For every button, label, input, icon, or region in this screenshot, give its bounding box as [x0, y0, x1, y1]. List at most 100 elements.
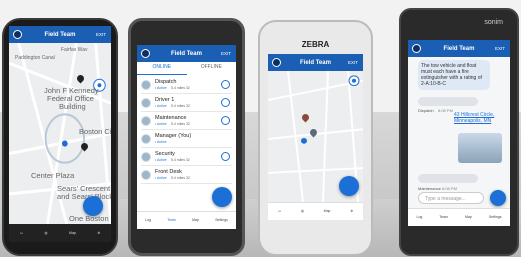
- exit-button[interactable]: EXIT: [348, 60, 358, 65]
- audio-message[interactable]: [418, 174, 478, 183]
- distance: 5.4 miles 32: [171, 104, 190, 108]
- app-header: Field Team EXIT: [268, 54, 363, 71]
- status-badge: • Active: [155, 140, 167, 144]
- app-header: Field Team EXIT: [408, 40, 510, 57]
- contact-name: Driver 1: [155, 97, 175, 103]
- nav-team[interactable]: Team: [439, 215, 448, 220]
- distance: 5.4 miles 32: [171, 122, 190, 126]
- app-title[interactable]: Field Team: [444, 46, 475, 52]
- avatar: [141, 152, 151, 162]
- avatar: [141, 98, 151, 108]
- list-item[interactable]: Dispatch • Active 5.4 miles 32: [141, 78, 232, 94]
- bottom-nav: Log Team Map Settings: [408, 208, 510, 226]
- status-badge: • Active: [155, 122, 167, 126]
- call-icon[interactable]: [221, 152, 230, 161]
- avatar: [141, 170, 151, 180]
- app-title[interactable]: Field Team: [300, 60, 331, 66]
- list-item[interactable]: Front Desk • Active 5.4 miles 32: [141, 168, 232, 184]
- exit-button[interactable]: EXIT: [221, 51, 231, 56]
- nav-map[interactable]: Map: [465, 215, 472, 220]
- app-header: Field Team EXIT: [9, 26, 111, 43]
- contact-name: Maintenance: [155, 115, 187, 121]
- map-label: Fairfax Wav: [61, 47, 88, 53]
- distance: 5.4 miles 32: [171, 158, 190, 162]
- phone-2: Field Team EXIT ONLINE OFFLINE Dispatch •…: [128, 18, 245, 256]
- app-header: Field Team EXIT: [137, 45, 236, 62]
- avatar: [141, 134, 151, 144]
- bottom-nav: Log Team Map Settings: [137, 211, 236, 229]
- distance: 5.4 miles 32: [171, 86, 190, 90]
- contact-name: Front Desk: [155, 169, 182, 175]
- brand-logo: ZEBRA: [301, 40, 330, 49]
- call-icon[interactable]: [221, 80, 230, 89]
- nav-settings[interactable]: Settings: [215, 218, 228, 223]
- contact-name: Dispatch: [155, 79, 177, 85]
- phone-3: ZEBRA Field Team EXIT ▭ ◍ Map ✲: [258, 20, 373, 256]
- bottom-nav: ▭ ◍ Map ✲: [9, 224, 111, 242]
- audio-message[interactable]: [418, 97, 478, 106]
- map-label: Boston City: [79, 127, 111, 136]
- map-label: Building: [59, 102, 86, 111]
- sender-name: Maintenance: [418, 186, 441, 191]
- address-link[interactable]: 43 Hillcrest Circle, Minneapolis, MN: [454, 112, 502, 124]
- brand-logo: sonim: [484, 19, 503, 26]
- avatar: [141, 116, 151, 126]
- avatar[interactable]: [272, 58, 281, 67]
- tab-online[interactable]: ONLINE: [137, 64, 187, 75]
- app-title[interactable]: Field Team: [45, 32, 76, 38]
- phone-2-screen: Field Team EXIT ONLINE OFFLINE Dispatch •…: [137, 45, 236, 229]
- nav-settings[interactable]: Settings: [489, 215, 502, 220]
- call-icon[interactable]: [221, 98, 230, 107]
- list-item[interactable]: Maintenance • Active 5.4 miles 32: [141, 114, 232, 130]
- app-title[interactable]: Field Team: [171, 51, 202, 57]
- map-label: Paddington Canal: [15, 55, 55, 61]
- distance: 5.4 miles 32: [171, 176, 190, 180]
- microphone-button[interactable]: [212, 187, 232, 207]
- phone-4-screen: Field Team EXIT The tow vehicle and floa…: [408, 40, 510, 226]
- sender-name: Dispatch: [418, 108, 434, 113]
- nav-map[interactable]: Map: [324, 209, 331, 214]
- phone-3-screen: Field Team EXIT ▭ ◍ Map ✲: [268, 54, 363, 220]
- nav-log-icon[interactable]: ▭: [20, 231, 23, 236]
- nav-settings-icon[interactable]: ✲: [97, 231, 100, 236]
- avatar[interactable]: [412, 44, 421, 53]
- list-item[interactable]: Driver 1 • Active 5.4 miles 32: [141, 96, 232, 112]
- avatar[interactable]: [13, 30, 22, 39]
- avatar: [141, 80, 151, 90]
- message-input[interactable]: Type a message...: [418, 192, 484, 204]
- exit-button[interactable]: EXIT: [495, 46, 505, 51]
- nav-log[interactable]: Log: [417, 215, 423, 220]
- nav-team-icon[interactable]: ◍: [301, 209, 304, 214]
- phone-1: Field Team EXIT Paddington Canal Fairfax…: [2, 18, 118, 256]
- microphone-button[interactable]: [83, 196, 103, 216]
- nav-log[interactable]: Log: [145, 218, 151, 223]
- timestamp: 8:08 PM: [442, 186, 457, 191]
- nav-settings-icon[interactable]: ✲: [350, 209, 353, 214]
- status-badge: • Active: [155, 176, 167, 180]
- status-badge: • Active: [155, 104, 167, 108]
- nav-team-icon[interactable]: ◍: [45, 231, 48, 236]
- bottom-nav: ▭ ◍ Map ✲: [268, 202, 363, 220]
- status-badge: • Active: [155, 86, 167, 90]
- call-icon[interactable]: [221, 116, 230, 125]
- map-label: Center Plaza: [31, 171, 75, 180]
- nav-team[interactable]: Team: [167, 218, 176, 223]
- exit-button[interactable]: EXIT: [96, 32, 106, 37]
- list-item[interactable]: Manager (You) • Active: [141, 132, 232, 148]
- nav-log-icon[interactable]: ▭: [278, 209, 281, 214]
- timestamp: 8:08 PM: [438, 108, 453, 113]
- phone-4: sonim Field Team EXIT The tow vehicle an…: [399, 8, 519, 256]
- tab-offline[interactable]: OFFLINE: [187, 64, 237, 75]
- microphone-button[interactable]: [339, 176, 359, 196]
- nav-map[interactable]: Map: [69, 231, 76, 236]
- photo-thumbnail[interactable]: [458, 133, 502, 163]
- avatar[interactable]: [141, 49, 150, 58]
- message-bubble: The tow vehicle and float must each have…: [418, 60, 490, 90]
- nav-map[interactable]: Map: [192, 218, 199, 223]
- contact-name: Manager (You): [155, 133, 192, 139]
- list-item[interactable]: Security • Active 5.4 miles 32: [141, 150, 232, 166]
- phone-1-screen: Field Team EXIT Paddington Canal Fairfax…: [9, 26, 111, 242]
- contact-name: Security: [155, 151, 175, 157]
- microphone-button[interactable]: [490, 190, 506, 206]
- product-shot: Field Team EXIT Paddington Canal Fairfax…: [0, 0, 521, 257]
